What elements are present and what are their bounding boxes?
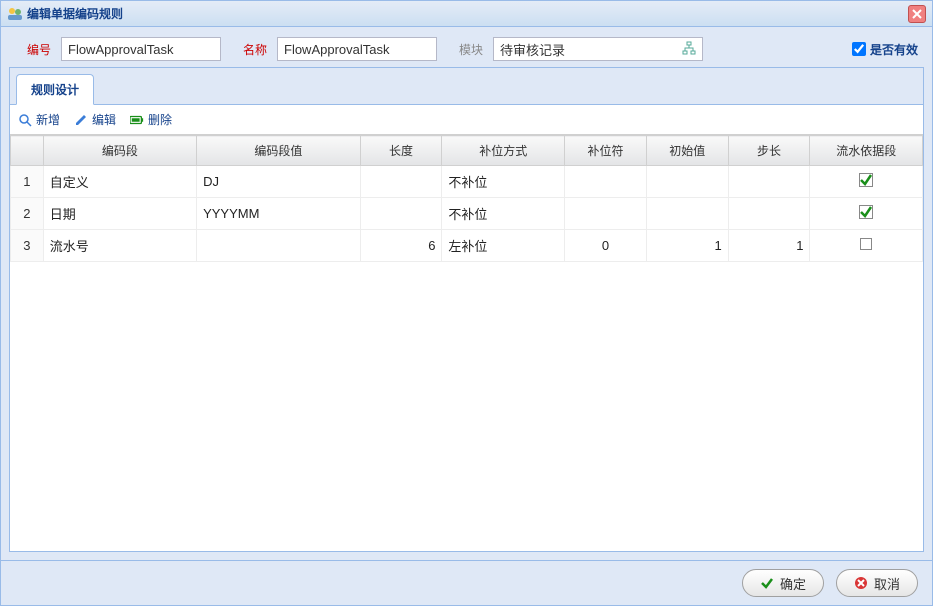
col-padding-mode[interactable]: 补位方式 (442, 136, 565, 166)
cell-rownum: 3 (11, 230, 44, 262)
close-button[interactable] (908, 5, 926, 23)
check-icon (760, 576, 774, 590)
rules-grid: 编码段 编码段值 长度 补位方式 补位符 初始值 步长 流水依据段 1自定义DJ… (10, 135, 923, 551)
checkbox-checked-icon (859, 207, 873, 222)
cell-serial-by[interactable] (810, 166, 923, 198)
col-padding-char[interactable]: 补位符 (565, 136, 647, 166)
col-segment-value[interactable]: 编码段值 (197, 136, 361, 166)
cell-segment[interactable]: 流水号 (43, 230, 196, 262)
module-picker[interactable]: 待审核记录 (493, 37, 703, 61)
module-label: 模块 (447, 41, 483, 58)
cell-rownum: 1 (11, 166, 44, 198)
cell-padding-mode[interactable]: 不补位 (442, 166, 565, 198)
add-label: 新增 (36, 111, 60, 128)
cell-segment-value[interactable]: DJ (197, 166, 361, 198)
table-row[interactable]: 3流水号6左补位011 (11, 230, 923, 262)
ok-label: 确定 (780, 574, 806, 593)
cell-length[interactable] (360, 166, 442, 198)
col-segment[interactable]: 编码段 (43, 136, 196, 166)
cell-segment-value[interactable] (197, 230, 361, 262)
edit-label: 编辑 (92, 111, 116, 128)
col-rownum[interactable] (11, 136, 44, 166)
footer-bar: 确定 取消 (1, 560, 932, 605)
add-button[interactable]: 新增 (18, 111, 60, 128)
tree-icon (682, 41, 696, 58)
enabled-checkbox-input[interactable] (852, 42, 866, 56)
cell-padding-char[interactable] (565, 166, 647, 198)
col-serial-by[interactable]: 流水依据段 (810, 136, 923, 166)
cancel-icon (854, 576, 868, 590)
battery-icon (130, 113, 144, 127)
cell-length[interactable]: 6 (360, 230, 442, 262)
name-input[interactable] (277, 37, 437, 61)
cell-initial-value[interactable] (646, 198, 728, 230)
users-icon (7, 6, 23, 22)
enabled-checkbox[interactable]: 是否有效 (852, 41, 918, 58)
id-label: 编号 (15, 41, 51, 58)
checkbox-checked-icon (859, 175, 873, 190)
delete-button[interactable]: 删除 (130, 111, 172, 128)
window-title: 编辑单据编码规则 (27, 5, 123, 22)
cell-initial-value[interactable] (646, 166, 728, 198)
enabled-label: 是否有效 (870, 41, 918, 58)
title-bar: 编辑单据编码规则 (1, 1, 932, 27)
tabstrip: 规则设计 (10, 68, 923, 105)
cell-step[interactable] (728, 198, 810, 230)
id-input[interactable] (61, 37, 221, 61)
toolbar: 新增 编辑 删除 (10, 105, 923, 135)
col-initial-value[interactable]: 初始值 (646, 136, 728, 166)
cell-step[interactable] (728, 166, 810, 198)
cell-padding-mode[interactable]: 不补位 (442, 198, 565, 230)
cell-rownum: 2 (11, 198, 44, 230)
module-value: 待审核记录 (500, 40, 565, 59)
name-label: 名称 (231, 41, 267, 58)
cell-segment[interactable]: 日期 (43, 198, 196, 230)
cancel-label: 取消 (874, 574, 900, 593)
cell-padding-mode[interactable]: 左补位 (442, 230, 565, 262)
delete-label: 删除 (148, 111, 172, 128)
dialog-window: 编辑单据编码规则 编号 名称 模块 待审核记录 是否有效 规则设计 (0, 0, 933, 606)
cell-length[interactable] (360, 198, 442, 230)
tab-rule-design[interactable]: 规则设计 (16, 74, 94, 105)
cell-padding-char[interactable] (565, 198, 647, 230)
edit-button[interactable]: 编辑 (74, 111, 116, 128)
col-length[interactable]: 长度 (360, 136, 442, 166)
form-row: 编号 名称 模块 待审核记录 是否有效 (1, 27, 932, 67)
magnifier-icon (18, 113, 32, 127)
cell-initial-value[interactable]: 1 (646, 230, 728, 262)
cell-step[interactable]: 1 (728, 230, 810, 262)
header-row: 编码段 编码段值 长度 补位方式 补位符 初始值 步长 流水依据段 (11, 136, 923, 166)
pencil-icon (74, 113, 88, 127)
ok-button[interactable]: 确定 (742, 569, 824, 597)
cell-padding-char[interactable]: 0 (565, 230, 647, 262)
cancel-button[interactable]: 取消 (836, 569, 918, 597)
cell-serial-by[interactable] (810, 230, 923, 262)
checkbox-unchecked-icon (860, 238, 872, 250)
col-step[interactable]: 步长 (728, 136, 810, 166)
cell-serial-by[interactable] (810, 198, 923, 230)
table-row[interactable]: 1自定义DJ 不补位 (11, 166, 923, 198)
cell-segment[interactable]: 自定义 (43, 166, 196, 198)
table-row[interactable]: 2日期YYYYMM 不补位 (11, 198, 923, 230)
cell-segment-value[interactable]: YYYYMM (197, 198, 361, 230)
body-panel: 规则设计 新增 编辑 删除 (9, 67, 924, 552)
